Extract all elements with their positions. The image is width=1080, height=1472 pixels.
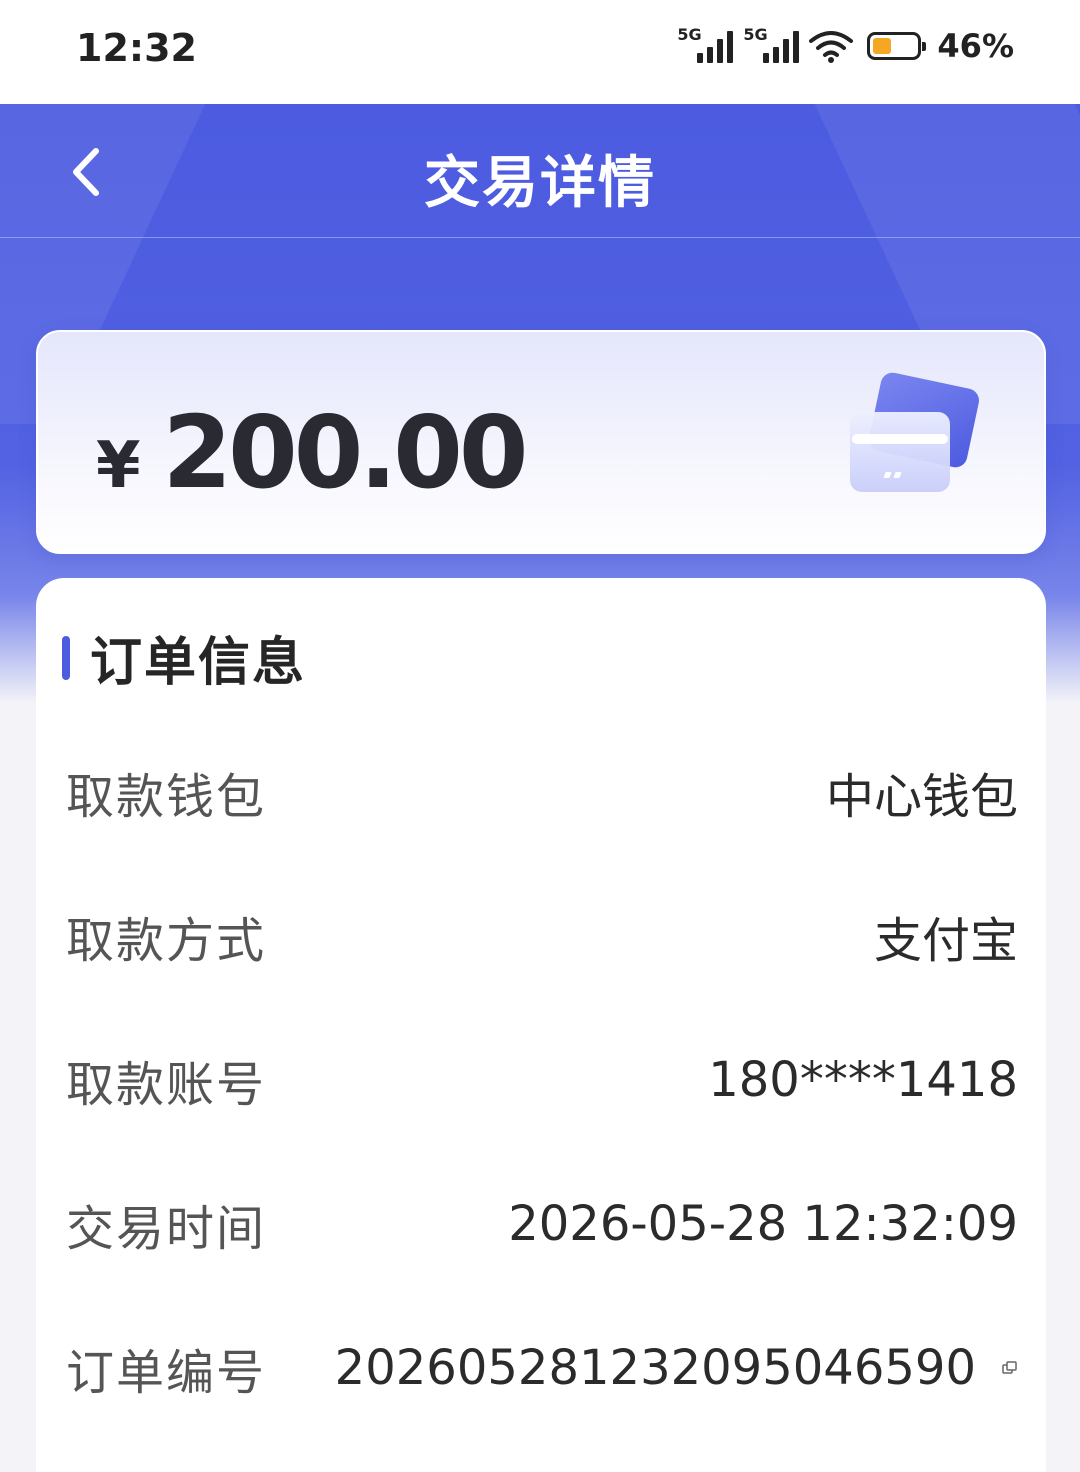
status-time: 12:32 <box>76 26 197 70</box>
row-label: 取款方式 <box>66 913 267 969</box>
order-info-card: 订单信息 取款钱包 中心钱包 取款方式 支付宝 取款账号 180****1418… <box>36 578 1046 1472</box>
status-bar: 12:32 5G 5G 46% <box>0 0 1080 104</box>
row-label: 取款钱包 <box>66 769 267 825</box>
row-value: 支付宝 <box>873 913 1018 969</box>
currency-symbol: ¥ <box>96 429 141 503</box>
wifi-icon <box>809 31 854 63</box>
order-number-value: 202605281232095046590 <box>334 1340 976 1396</box>
signal-icon: 5G <box>677 25 734 63</box>
amount-display: ¥ 200.00 <box>96 394 529 511</box>
row-label: 交易时间 <box>66 1201 267 1257</box>
amount-value: 200.00 <box>162 394 529 511</box>
nav-bar: 交易详情 <box>0 104 1080 238</box>
status-icons: 5G 5G 46% <box>677 25 1014 66</box>
battery-percent: 46% <box>937 27 1014 65</box>
row-value: 中心钱包 <box>825 769 1018 825</box>
info-row-wallet: 取款钱包 中心钱包 <box>66 752 1018 832</box>
network-type-label: 5G <box>677 25 702 44</box>
amount-card: ¥ 200.00 <box>36 330 1046 554</box>
section-title: 订单信息 <box>90 633 307 693</box>
signal-icon-2: 5G <box>743 25 800 63</box>
copy-icon[interactable] <box>1002 1361 1018 1375</box>
row-value: 180****1418 <box>708 1052 1018 1108</box>
section-accent-bar <box>62 635 70 680</box>
info-row-time: 交易时间 2026-05-28 12:32:09 <box>66 1184 1018 1264</box>
row-value: 2026-05-28 12:32:09 <box>508 1196 1018 1252</box>
battery-icon <box>867 32 927 60</box>
info-row-account: 取款账号 180****1418 <box>66 1040 1018 1120</box>
card-icon <box>850 372 979 492</box>
row-value-wrap: 202605281232095046590 <box>335 1340 1018 1396</box>
row-label: 订单编号 <box>66 1345 267 1401</box>
page-title: 交易详情 <box>424 151 656 216</box>
network-type-label-2: 5G <box>743 25 768 44</box>
battery-level <box>873 38 892 54</box>
info-row-method: 取款方式 支付宝 <box>66 896 1018 976</box>
info-row-order-number: 订单编号 202605281232095046590 <box>66 1328 1018 1408</box>
row-label: 取款账号 <box>66 1057 267 1113</box>
section-header: 订单信息 <box>62 620 306 695</box>
